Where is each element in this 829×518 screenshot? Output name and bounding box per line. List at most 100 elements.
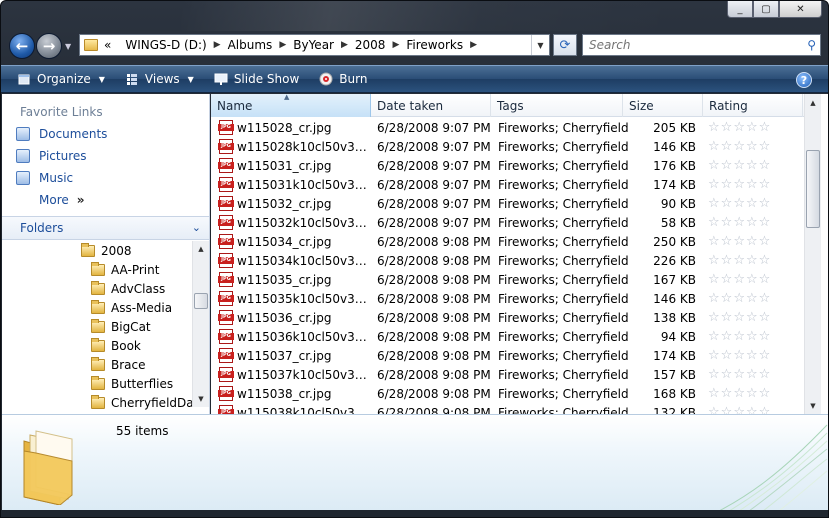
address-dropdown-icon[interactable]: ▼ [531, 35, 549, 55]
views-button[interactable]: Views ▼ [125, 72, 194, 86]
tree-item[interactable]: Brace [2, 355, 192, 374]
maximize-button[interactable]: ▢ [753, 1, 779, 18]
slideshow-button[interactable]: Slide Show [214, 72, 299, 86]
tree-item[interactable]: AdvClass [2, 279, 192, 298]
rating-star-icon[interactable]: ☆ [721, 310, 733, 325]
breadcrumb-separator-icon[interactable]: ▶ [279, 40, 286, 50]
rating-star-icon[interactable]: ☆ [708, 139, 720, 154]
rating-star-icon[interactable]: ☆ [759, 386, 771, 401]
file-rating[interactable]: ☆ ☆ ☆ ☆ ☆ [700, 405, 800, 414]
favorite-more[interactable]: More » [2, 189, 209, 211]
column-header-name[interactable]: ▲ Name [211, 94, 371, 117]
table-row[interactable]: w115031_cr.jpg 6/28/2008 9:07 PM Fireworks… [211, 156, 811, 175]
rating-star-icon[interactable]: ☆ [733, 253, 745, 268]
rating-star-icon[interactable]: ☆ [746, 120, 758, 135]
forward-button[interactable]: → [36, 33, 62, 59]
table-row[interactable]: w115036_cr.jpg 6/28/2008 9:08 PM Fireworks… [211, 308, 811, 327]
rating-star-icon[interactable]: ☆ [708, 405, 720, 414]
table-row[interactable]: w115038_cr.jpg 6/28/2008 9:08 PM Fireworks… [211, 384, 811, 403]
breadcrumb-drive[interactable]: WINGS-D (D:) [125, 38, 206, 52]
tree-item[interactable]: CherryfieldDays [2, 393, 192, 411]
address-overflow[interactable]: « [104, 38, 111, 52]
folder-tree-scrollbar[interactable]: ▲ ▼ [192, 241, 209, 407]
breadcrumb-albums[interactable]: Albums [228, 38, 273, 52]
rating-star-icon[interactable]: ☆ [746, 367, 758, 382]
scroll-up-icon[interactable]: ▲ [193, 241, 209, 257]
rating-star-icon[interactable]: ☆ [708, 348, 720, 363]
favorite-documents[interactable]: Documents [2, 123, 209, 145]
breadcrumb-separator-icon[interactable]: ▶ [470, 40, 477, 50]
rating-star-icon[interactable]: ☆ [746, 272, 758, 287]
rating-star-icon[interactable]: ☆ [721, 234, 733, 249]
rating-star-icon[interactable]: ☆ [708, 215, 720, 230]
rating-star-icon[interactable]: ☆ [733, 310, 745, 325]
rating-star-icon[interactable]: ☆ [746, 234, 758, 249]
file-rating[interactable]: ☆ ☆ ☆ ☆ ☆ [700, 386, 800, 401]
rating-star-icon[interactable]: ☆ [733, 234, 745, 249]
rating-star-icon[interactable]: ☆ [708, 367, 720, 382]
rating-star-icon[interactable]: ☆ [721, 405, 733, 414]
table-row[interactable]: w115037_cr.jpg 6/28/2008 9:08 PM Fireworks… [211, 346, 811, 365]
breadcrumb-2008[interactable]: 2008 [355, 38, 386, 52]
rating-star-icon[interactable]: ☆ [733, 158, 745, 173]
rating-star-icon[interactable]: ☆ [733, 215, 745, 230]
table-row[interactable]: w115034_cr.jpg 6/28/2008 9:08 PM Fireworks… [211, 232, 811, 251]
breadcrumb-separator-icon[interactable]: ▶ [392, 40, 399, 50]
rating-star-icon[interactable]: ☆ [746, 196, 758, 211]
rating-star-icon[interactable]: ☆ [746, 253, 758, 268]
search-icon[interactable]: ⚲ [807, 38, 816, 52]
file-rating[interactable]: ☆ ☆ ☆ ☆ ☆ [700, 310, 800, 325]
breadcrumb-separator-icon[interactable]: ▶ [341, 40, 348, 50]
table-row[interactable]: w115028_cr.jpg 6/28/2008 9:07 PM Fireworks… [211, 118, 811, 137]
rating-star-icon[interactable]: ☆ [708, 234, 720, 249]
rating-star-icon[interactable]: ☆ [746, 139, 758, 154]
file-rating[interactable]: ☆ ☆ ☆ ☆ ☆ [700, 215, 800, 230]
column-header-rating[interactable]: Rating [703, 94, 803, 117]
tree-item[interactable]: Ass-Media [2, 298, 192, 317]
rating-star-icon[interactable]: ☆ [721, 367, 733, 382]
table-row[interactable]: w115028k10cl50v30s30... 6/28/2008 9:07 PM… [211, 137, 811, 156]
rating-star-icon[interactable]: ☆ [708, 253, 720, 268]
rating-star-icon[interactable]: ☆ [733, 139, 745, 154]
file-list-scrollbar[interactable]: ▲ ▼ [804, 94, 821, 414]
table-row[interactable]: w115034k10cl50v30s30... 6/28/2008 9:08 PM… [211, 251, 811, 270]
rating-star-icon[interactable]: ☆ [746, 177, 758, 192]
rating-star-icon[interactable]: ☆ [759, 139, 771, 154]
tree-item[interactable]: Book [2, 336, 192, 355]
rating-star-icon[interactable]: ☆ [721, 348, 733, 363]
table-row[interactable]: w115038k10cl50v30s30... 6/28/2008 9:08 PM… [211, 403, 811, 414]
organize-button[interactable]: Organize ▼ [17, 72, 105, 86]
column-header-tags[interactable]: Tags [491, 94, 623, 117]
rating-star-icon[interactable]: ☆ [746, 386, 758, 401]
rating-star-icon[interactable]: ☆ [746, 310, 758, 325]
rating-star-icon[interactable]: ☆ [759, 310, 771, 325]
rating-star-icon[interactable]: ☆ [721, 272, 733, 287]
rating-star-icon[interactable]: ☆ [746, 158, 758, 173]
rating-star-icon[interactable]: ☆ [733, 291, 745, 306]
rating-star-icon[interactable]: ☆ [759, 177, 771, 192]
burn-button[interactable]: Burn [319, 72, 367, 86]
rating-star-icon[interactable]: ☆ [721, 139, 733, 154]
rating-star-icon[interactable]: ☆ [721, 158, 733, 173]
table-row[interactable]: w115036k10cl50v30s30... 6/28/2008 9:08 PM… [211, 327, 811, 346]
file-rating[interactable]: ☆ ☆ ☆ ☆ ☆ [700, 291, 800, 306]
rating-star-icon[interactable]: ☆ [759, 348, 771, 363]
rating-star-icon[interactable]: ☆ [759, 234, 771, 249]
rating-star-icon[interactable]: ☆ [721, 253, 733, 268]
search-box[interactable]: ⚲ [582, 34, 821, 56]
rating-star-icon[interactable]: ☆ [759, 120, 771, 135]
recent-pages-dropdown-icon[interactable]: ▼ [65, 42, 71, 51]
rating-star-icon[interactable]: ☆ [759, 291, 771, 306]
scroll-down-icon[interactable]: ▼ [805, 397, 821, 414]
file-rating[interactable]: ☆ ☆ ☆ ☆ ☆ [700, 272, 800, 287]
table-row[interactable]: w115032_cr.jpg 6/28/2008 9:07 PM Fireworks… [211, 194, 811, 213]
rating-star-icon[interactable]: ☆ [733, 329, 745, 344]
breadcrumb-separator-icon[interactable]: ▶ [214, 40, 221, 50]
rating-star-icon[interactable]: ☆ [721, 177, 733, 192]
table-row[interactable]: w115035k10cl50v30s30... 6/28/2008 9:08 PM… [211, 289, 811, 308]
rating-star-icon[interactable]: ☆ [759, 253, 771, 268]
file-rating[interactable]: ☆ ☆ ☆ ☆ ☆ [700, 367, 800, 382]
rating-star-icon[interactable]: ☆ [759, 272, 771, 287]
favorite-pictures[interactable]: Pictures [2, 145, 209, 167]
rating-star-icon[interactable]: ☆ [708, 177, 720, 192]
